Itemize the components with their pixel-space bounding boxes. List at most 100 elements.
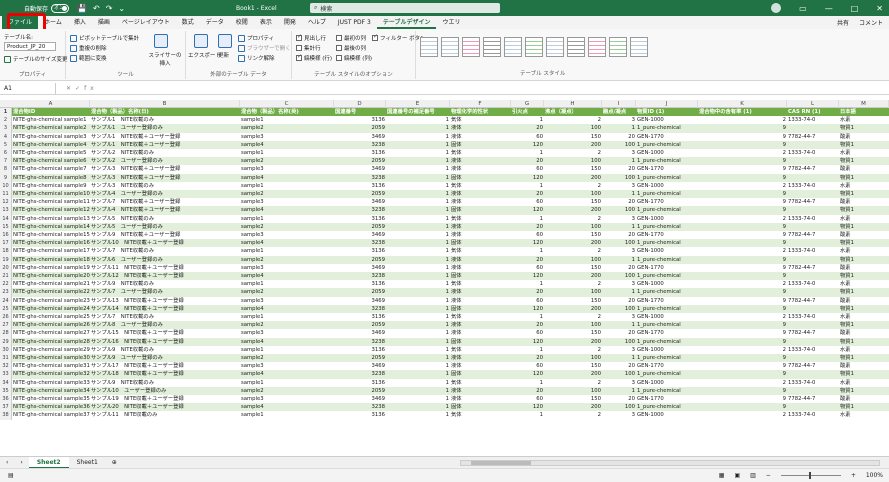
table-cell[interactable]: 2	[544, 346, 602, 354]
table-style-swatch[interactable]	[462, 37, 480, 57]
table-cell[interactable]: 20	[511, 190, 544, 198]
table-cell[interactable]: 固体	[450, 174, 511, 182]
table-cell[interactable]: サンプル9 NITE収載＋ユーザー登録	[90, 231, 240, 239]
table-cell[interactable]: 20	[511, 223, 544, 231]
row-number[interactable]: 26	[0, 313, 12, 322]
table-cell[interactable]: 1	[511, 313, 544, 321]
table-cell[interactable]: 20	[602, 231, 636, 239]
table-cell[interactable]: 水素	[839, 116, 889, 124]
table-cell[interactable]: sample2	[240, 190, 334, 198]
table-cell[interactable]: sample3	[240, 395, 334, 403]
table-cell[interactable]: 60	[511, 133, 544, 141]
table-cell[interactable]: 液体	[450, 133, 511, 141]
table-cell[interactable]: 3	[602, 182, 636, 190]
table-cell[interactable]: サンプル3 NITE収載＋ユーザー登録	[90, 174, 240, 182]
table-cell[interactable]: 2	[544, 411, 602, 419]
table-cell[interactable]: 9	[698, 124, 787, 132]
table-cell[interactable]: sample4	[240, 239, 334, 247]
table-cell[interactable]: sample2	[240, 354, 334, 362]
table-cell[interactable]: NITE-ghs-chemical sample32	[12, 370, 90, 378]
column-header-F[interactable]: F	[450, 100, 511, 108]
table-cell[interactable]: 2	[544, 280, 602, 288]
table-cell[interactable]: 1	[386, 141, 450, 149]
table-cell[interactable]: 1	[602, 157, 636, 165]
export-icon[interactable]	[194, 34, 208, 48]
table-cell[interactable]: 1	[511, 346, 544, 354]
table-cell[interactable]: 3	[602, 313, 636, 321]
refresh-button[interactable]: 更新	[218, 51, 229, 59]
table-cell[interactable]: 1	[386, 387, 450, 395]
header-cell[interactable]: 混合物（製品）名称(英)	[240, 108, 334, 116]
table-cell[interactable]: NITE-ghs-chemical sample28	[12, 338, 90, 346]
table-cell[interactable]: 1	[386, 133, 450, 141]
table-cell[interactable]: sample1	[240, 149, 334, 157]
table-cell[interactable]: NITE-ghs-chemical sample33	[12, 379, 90, 387]
table-cell[interactable]: 120	[511, 272, 544, 280]
header-cell[interactable]: 日本語	[839, 108, 889, 116]
table-cell[interactable]: 2059	[334, 223, 386, 231]
table-cell[interactable]: 3469	[334, 362, 386, 370]
row-number[interactable]: 38	[0, 411, 12, 420]
table-cell[interactable]: GEN-1000	[636, 116, 698, 124]
header-cell[interactable]: 融点/凝点	[602, 108, 636, 116]
table-cell[interactable]: 1333-74-0	[787, 346, 839, 354]
table-cell[interactable]: GEN-1000	[636, 215, 698, 223]
table-cell[interactable]: 1_pure-chemical	[636, 321, 698, 329]
table-cell[interactable]: NITE-ghs-chemical sample3	[12, 133, 90, 141]
table-cell[interactable]: 水素	[839, 280, 889, 288]
table-cell[interactable]: 9	[698, 256, 787, 264]
table-cell[interactable]: sample2	[240, 223, 334, 231]
table-cell[interactable]: 100	[544, 256, 602, 264]
table-cell[interactable]: 7782-44-7	[787, 264, 839, 272]
table-cell[interactable]: 1333-74-0	[787, 280, 839, 288]
table-cell[interactable]: 1333-74-0	[787, 215, 839, 223]
share-button[interactable]: 共有	[837, 18, 849, 27]
table-cell[interactable]: 150	[544, 297, 602, 305]
row-number[interactable]: 16	[0, 231, 12, 240]
row-number[interactable]: 19	[0, 255, 12, 264]
table-cell[interactable]	[787, 174, 839, 182]
spreadsheet-grid[interactable]: ABCDEFGHIJKLM 1 混合物ID 混合物（製品）名称(日) 混合物（製品）名…	[0, 100, 889, 454]
table-cell[interactable]: 水素	[839, 215, 889, 223]
table-cell[interactable]: NITE-ghs-chemical sample22	[12, 288, 90, 296]
convert-to-range-button[interactable]: 範囲に変換	[70, 54, 107, 62]
table-cell[interactable]: 酸素	[839, 165, 889, 173]
table-cell[interactable]: GEN-1770	[636, 198, 698, 206]
table-cell[interactable]: 3136	[334, 182, 386, 190]
table-cell[interactable]: 3469	[334, 231, 386, 239]
row-number[interactable]: 22	[0, 280, 12, 289]
table-cell[interactable]: サンプル16 NITE収載＋ユーザー登録	[90, 338, 240, 346]
maximize-icon[interactable]: □	[851, 4, 859, 13]
column-header-H[interactable]: H	[544, 100, 602, 108]
table-style-swatch[interactable]	[588, 37, 606, 57]
table-cell[interactable]: サンプル1 NITE収載のみ	[90, 116, 240, 124]
table-cell[interactable]: 1	[386, 149, 450, 157]
table-cell[interactable]: 1333-74-0	[787, 411, 839, 419]
table-cell[interactable]: 100	[544, 321, 602, 329]
table-cell[interactable]: sample1	[240, 280, 334, 288]
table-cell[interactable]: 200	[544, 370, 602, 378]
table-cell[interactable]: 1	[386, 239, 450, 247]
table-cell[interactable]: 1	[511, 116, 544, 124]
table-cell[interactable]: 固体	[450, 305, 511, 313]
table-cell[interactable]: 9	[698, 387, 787, 395]
table-cell[interactable]: 2059	[334, 256, 386, 264]
row-number[interactable]: 15	[0, 222, 12, 231]
table-cell[interactable]	[787, 338, 839, 346]
tab-10[interactable]: ヘルプ	[302, 16, 332, 29]
table-cell[interactable]: GEN-1000	[636, 379, 698, 387]
table-cell[interactable]: 1	[602, 288, 636, 296]
table-cell[interactable]: GEN-1770	[636, 231, 698, 239]
remove-duplicates-button[interactable]: 重複の削除	[70, 44, 107, 52]
table-cell[interactable]: 液体	[450, 190, 511, 198]
table-cell[interactable]: 1	[386, 305, 450, 313]
table-cell[interactable]	[787, 370, 839, 378]
table-cell[interactable]: 物質1	[839, 206, 889, 214]
table-cell[interactable]: 2059	[334, 157, 386, 165]
table-cell[interactable]: 3469	[334, 264, 386, 272]
table-cell[interactable]: GEN-1000	[636, 247, 698, 255]
table-cell[interactable]: 60	[511, 329, 544, 337]
autosave-toggle[interactable]: オン	[51, 3, 70, 13]
table-cell[interactable]: 気体	[450, 313, 511, 321]
column-header-I[interactable]: I	[602, 100, 636, 108]
